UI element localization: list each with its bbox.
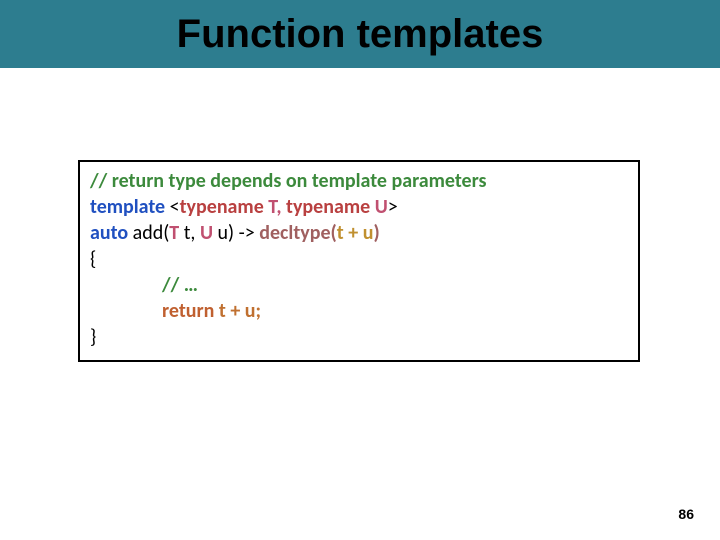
template-keyword: template	[90, 195, 170, 219]
param-t: t,	[184, 221, 200, 245]
decltype-close: )	[373, 221, 379, 245]
typename-keyword-1: typename	[180, 195, 269, 219]
param-U: U	[200, 221, 218, 245]
param-T: T	[169, 221, 183, 245]
param-u-arrow: u) ->	[218, 221, 260, 245]
typename-keyword-2: typename	[286, 195, 375, 219]
auto-keyword: auto	[90, 221, 133, 245]
code-line-1: // return type depends on template param…	[90, 168, 628, 194]
inner-comment: // …	[162, 273, 198, 297]
decltype-expr: t + u	[337, 221, 374, 245]
code-line-3: auto add(T t, U u) -> decltype(t + u)	[90, 220, 628, 246]
code-line-4: {	[90, 246, 628, 272]
return-keyword: return	[162, 299, 219, 323]
return-expr: t + u;	[219, 299, 261, 323]
title-bar: Function templates	[0, 0, 720, 68]
code-line-5: // …	[90, 272, 628, 298]
page-number: 86	[678, 506, 694, 522]
code-box: // return type depends on template param…	[78, 160, 640, 362]
rangle: >	[388, 195, 398, 219]
code-line-2: template <typename T, typename U>	[90, 194, 628, 220]
tparam-U: U	[375, 195, 388, 219]
slide-title: Function templates	[177, 12, 544, 57]
decltype-keyword: decltype(	[259, 221, 337, 245]
tparam-T: T,	[268, 195, 286, 219]
code-line-7: }	[90, 324, 628, 350]
langle: <	[170, 195, 180, 219]
fn-name: add(	[133, 221, 170, 245]
code-line-6: return t + u;	[90, 298, 628, 324]
comment-line: // return type depends on template param…	[90, 169, 486, 193]
